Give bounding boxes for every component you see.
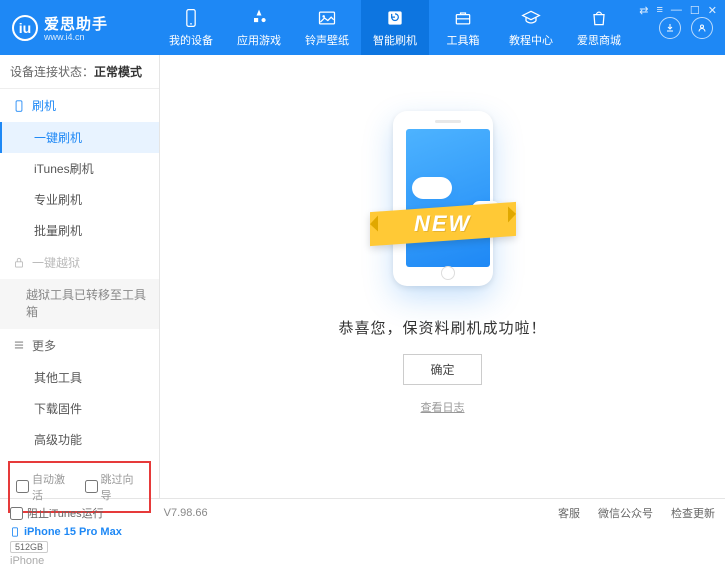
nav-my-device[interactable]: 我的设备: [157, 0, 225, 55]
sidebar-cat-flash[interactable]: 刷机: [0, 89, 159, 122]
app-logo: iu 爱思助手 www.i4.cn: [12, 13, 157, 42]
phone-icon: [181, 8, 201, 28]
success-illustration: NEW: [388, 109, 498, 289]
sidebar-item-other[interactable]: 其他工具: [0, 362, 159, 393]
nav-toolbox[interactable]: 工具箱: [429, 0, 497, 55]
nav-store[interactable]: 爱思商城: [565, 0, 633, 55]
device-type: iPhone: [10, 555, 149, 567]
bag-icon: [589, 8, 609, 28]
logo-icon: iu: [12, 15, 38, 41]
app-url: www.i4.cn: [44, 32, 108, 42]
nav-tutorial[interactable]: 教程中心: [497, 0, 565, 55]
device-info: iPhone 15 Pro Max 512GB iPhone: [0, 521, 159, 575]
sidebar-item-oneclick[interactable]: 一键刷机: [0, 122, 159, 153]
sidebar-item-itunes[interactable]: iTunes刷机: [0, 153, 159, 184]
skip-guide-checkbox[interactable]: 跳过向导: [85, 471, 144, 503]
graduation-icon: [521, 8, 541, 28]
lock-icon: [12, 256, 26, 270]
win-menu-icon[interactable]: ≡: [656, 4, 662, 17]
sidebar-item-download[interactable]: 下载固件: [0, 393, 159, 424]
footer-link-update[interactable]: 检查更新: [671, 505, 715, 521]
flash-icon: [12, 99, 26, 113]
apps-icon: [249, 8, 269, 28]
download-button[interactable]: [659, 17, 681, 39]
new-banner: NEW: [370, 201, 516, 245]
sidebar-item-advanced[interactable]: 高级功能: [0, 424, 159, 455]
nav-flash[interactable]: 智能刷机: [361, 0, 429, 55]
sidebar-item-pro[interactable]: 专业刷机: [0, 184, 159, 215]
view-log-link[interactable]: 查看日志: [421, 399, 465, 415]
version-label: V7.98.66: [164, 507, 208, 519]
nav-ringtones[interactable]: 铃声壁纸: [293, 0, 361, 55]
nav-apps[interactable]: 应用游戏: [225, 0, 293, 55]
connection-status: 设备连接状态：正常模式: [0, 55, 159, 89]
device-capacity: 512GB: [10, 541, 48, 553]
user-button[interactable]: [691, 17, 713, 39]
win-max-icon[interactable]: ☐: [690, 4, 700, 17]
block-itunes-checkbox[interactable]: 阻止iTunes运行: [10, 505, 104, 521]
sidebar: 设备连接状态：正常模式 刷机 一键刷机 iTunes刷机 专业刷机 批量刷机 一…: [0, 55, 160, 498]
titlebar: iu 爱思助手 www.i4.cn 我的设备 应用游戏 铃声壁纸 智能刷机 工具…: [0, 0, 725, 55]
refresh-icon: [385, 8, 405, 28]
main-content: NEW 恭喜您，保资料刷机成功啦！ 确定 查看日志: [160, 55, 725, 498]
jailbreak-note: 越狱工具已转移至工具箱: [0, 279, 159, 329]
sidebar-item-batch[interactable]: 批量刷机: [0, 215, 159, 246]
app-name: 爱思助手: [44, 13, 108, 34]
win-lock-icon[interactable]: ⇄: [639, 4, 648, 17]
top-nav: 我的设备 应用游戏 铃声壁纸 智能刷机 工具箱 教程中心 爱思商城: [157, 0, 659, 55]
success-message: 恭喜您，保资料刷机成功啦！: [338, 317, 546, 338]
image-icon: [317, 8, 337, 28]
ok-button[interactable]: 确定: [403, 354, 481, 385]
list-icon: [12, 338, 26, 352]
win-close-icon[interactable]: ✕: [708, 4, 717, 17]
win-min-icon[interactable]: —: [671, 4, 682, 17]
toolbox-icon: [453, 8, 473, 28]
sidebar-cat-more[interactable]: 更多: [0, 329, 159, 362]
sidebar-cat-jailbreak[interactable]: 一键越狱: [0, 246, 159, 279]
auto-activate-checkbox[interactable]: 自动激活: [16, 471, 75, 503]
footer-link-wechat[interactable]: 微信公众号: [598, 505, 653, 521]
footer-link-support[interactable]: 客服: [558, 505, 580, 521]
